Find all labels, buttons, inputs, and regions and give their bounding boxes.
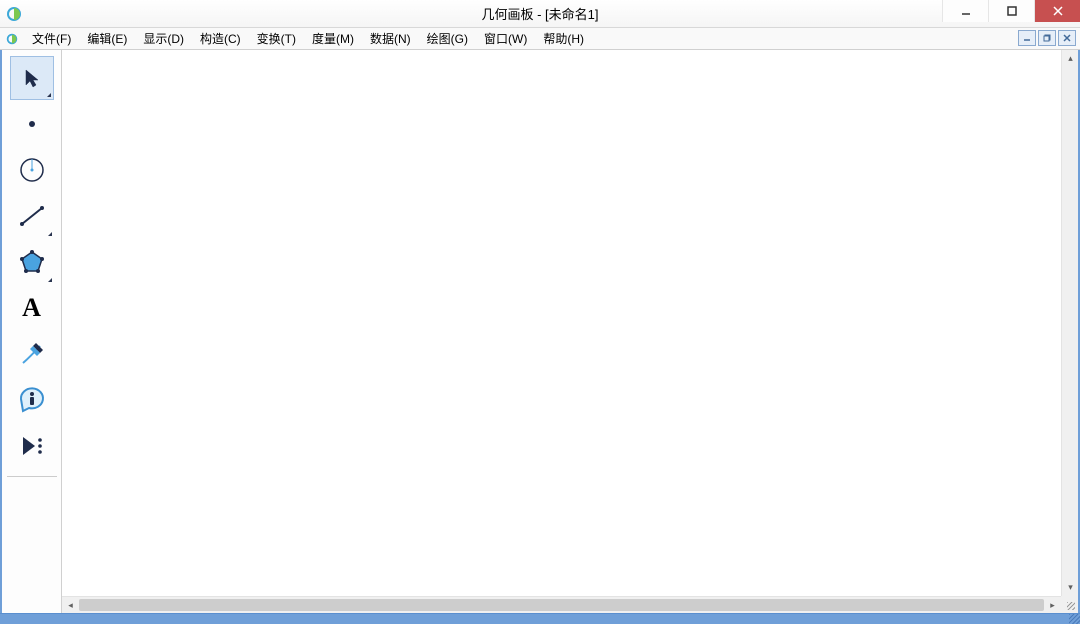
info-tool[interactable] [10, 378, 54, 422]
scrollbar-thumb[interactable] [79, 599, 1044, 611]
scroll-right-icon[interactable]: ▸ [1044, 597, 1061, 614]
arrow-tool[interactable] [10, 56, 54, 100]
point-tool[interactable] [10, 102, 54, 146]
toolbox-divider [7, 476, 57, 477]
window-controls [942, 0, 1080, 22]
circle-tool[interactable] [10, 148, 54, 192]
close-button[interactable] [1034, 0, 1080, 22]
vertical-scrollbar[interactable]: ▴ ▾ [1061, 50, 1078, 596]
scroll-down-icon[interactable]: ▾ [1062, 579, 1079, 596]
title-bar: 几何画板 - [未命名1] [0, 0, 1080, 28]
toolbox: A [2, 50, 62, 613]
window-title: 几何画板 - [未命名1] [481, 4, 598, 23]
flyout-marker-icon [48, 278, 52, 282]
polygon-tool[interactable] [10, 240, 54, 284]
mdi-minimize-button[interactable] [1018, 30, 1036, 46]
letter-a-icon: A [22, 293, 41, 323]
menu-file[interactable]: 文件(F) [24, 28, 79, 49]
resize-grip-icon[interactable] [1061, 596, 1078, 613]
custom-tool[interactable] [10, 424, 54, 468]
menu-graph[interactable]: 绘图(G) [419, 28, 476, 49]
maximize-button[interactable] [988, 0, 1034, 22]
mdi-restore-button[interactable] [1038, 30, 1056, 46]
work-area: A [0, 50, 1080, 613]
scroll-left-icon[interactable]: ◂ [62, 597, 79, 614]
line-tool[interactable] [10, 194, 54, 238]
menu-bar: 文件(F) 编辑(E) 显示(D) 构造(C) 变换(T) 度量(M) 数据(N… [0, 28, 1080, 50]
mdi-close-button[interactable] [1058, 30, 1076, 46]
menu-measure[interactable]: 度量(M) [304, 28, 362, 49]
flyout-marker-icon [48, 232, 52, 236]
menu-data[interactable]: 数据(N) [362, 28, 419, 49]
horizontal-scrollbar[interactable]: ◂ ▸ [62, 596, 1061, 613]
mdi-controls [1018, 30, 1076, 46]
menu-transform[interactable]: 变换(T) [249, 28, 304, 49]
scroll-up-icon[interactable]: ▴ [1062, 50, 1079, 67]
flyout-marker-icon [47, 93, 51, 97]
menu-window[interactable]: 窗口(W) [476, 28, 535, 49]
window-bottom-border [0, 613, 1080, 624]
canvas-area: ▴ ▾ ◂ ▸ [62, 50, 1078, 613]
menu-help[interactable]: 帮助(H) [535, 28, 592, 49]
text-tool[interactable]: A [10, 286, 54, 330]
marker-tool[interactable] [10, 332, 54, 376]
document-icon[interactable] [4, 31, 20, 47]
menu-edit[interactable]: 编辑(E) [79, 28, 135, 49]
app-icon [6, 6, 22, 22]
minimize-button[interactable] [942, 0, 988, 22]
menu-display[interactable]: 显示(D) [135, 28, 192, 49]
drawing-canvas[interactable] [62, 50, 1078, 613]
menu-construct[interactable]: 构造(C) [192, 28, 249, 49]
window-resize-grip-icon[interactable] [1069, 614, 1080, 624]
